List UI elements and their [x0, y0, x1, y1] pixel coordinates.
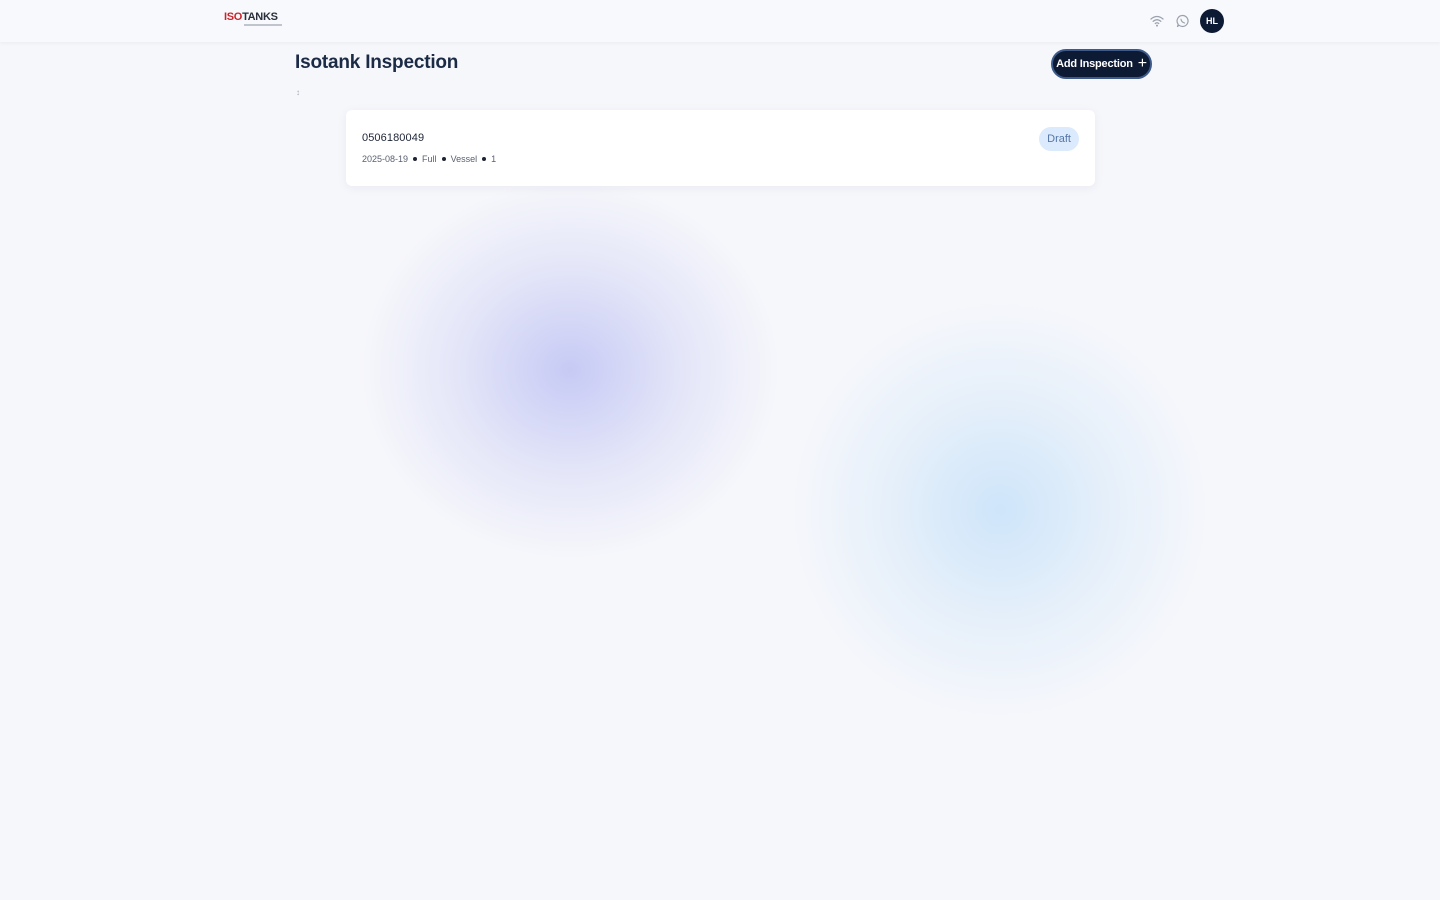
top-navigation-bar: ISOTANKS HL: [0, 0, 1440, 42]
inspection-type: Vessel: [450, 154, 478, 164]
wifi-icon[interactable]: [1148, 12, 1166, 30]
sort-icon[interactable]: ↕: [296, 89, 304, 97]
separator-dot: [441, 157, 446, 161]
background-blob-blue: [790, 300, 1210, 720]
inspection-meta: 2025-08-19 Full Vessel 1: [362, 154, 496, 164]
add-inspection-button[interactable]: Add Inspection +: [1051, 49, 1152, 79]
inspection-card[interactable]: 0506180049 2025-08-19 Full Vessel 1 Draf…: [346, 110, 1095, 186]
inspection-count: 1: [491, 154, 497, 164]
user-avatar[interactable]: HL: [1200, 9, 1224, 33]
background-blob-violet: [360, 180, 780, 560]
status-badge: Draft: [1039, 127, 1079, 151]
separator-dot: [482, 157, 487, 161]
header-actions: HL: [1148, 8, 1224, 34]
page-title: Isotank Inspection: [295, 52, 459, 73]
company-logo[interactable]: ISOTANKS: [224, 11, 284, 31]
inspection-date: 2025-08-19: [362, 154, 409, 164]
add-inspection-label: Add Inspection: [1056, 58, 1133, 70]
logo-text: ISOTANKS: [224, 11, 278, 23]
inspection-tank-id: 0506180049: [362, 132, 425, 144]
logo-underline: [244, 24, 282, 26]
whatsapp-icon[interactable]: [1174, 12, 1192, 30]
plus-icon: +: [1137, 55, 1147, 72]
inspection-load-state: Full: [422, 154, 437, 164]
separator-dot: [413, 157, 418, 161]
